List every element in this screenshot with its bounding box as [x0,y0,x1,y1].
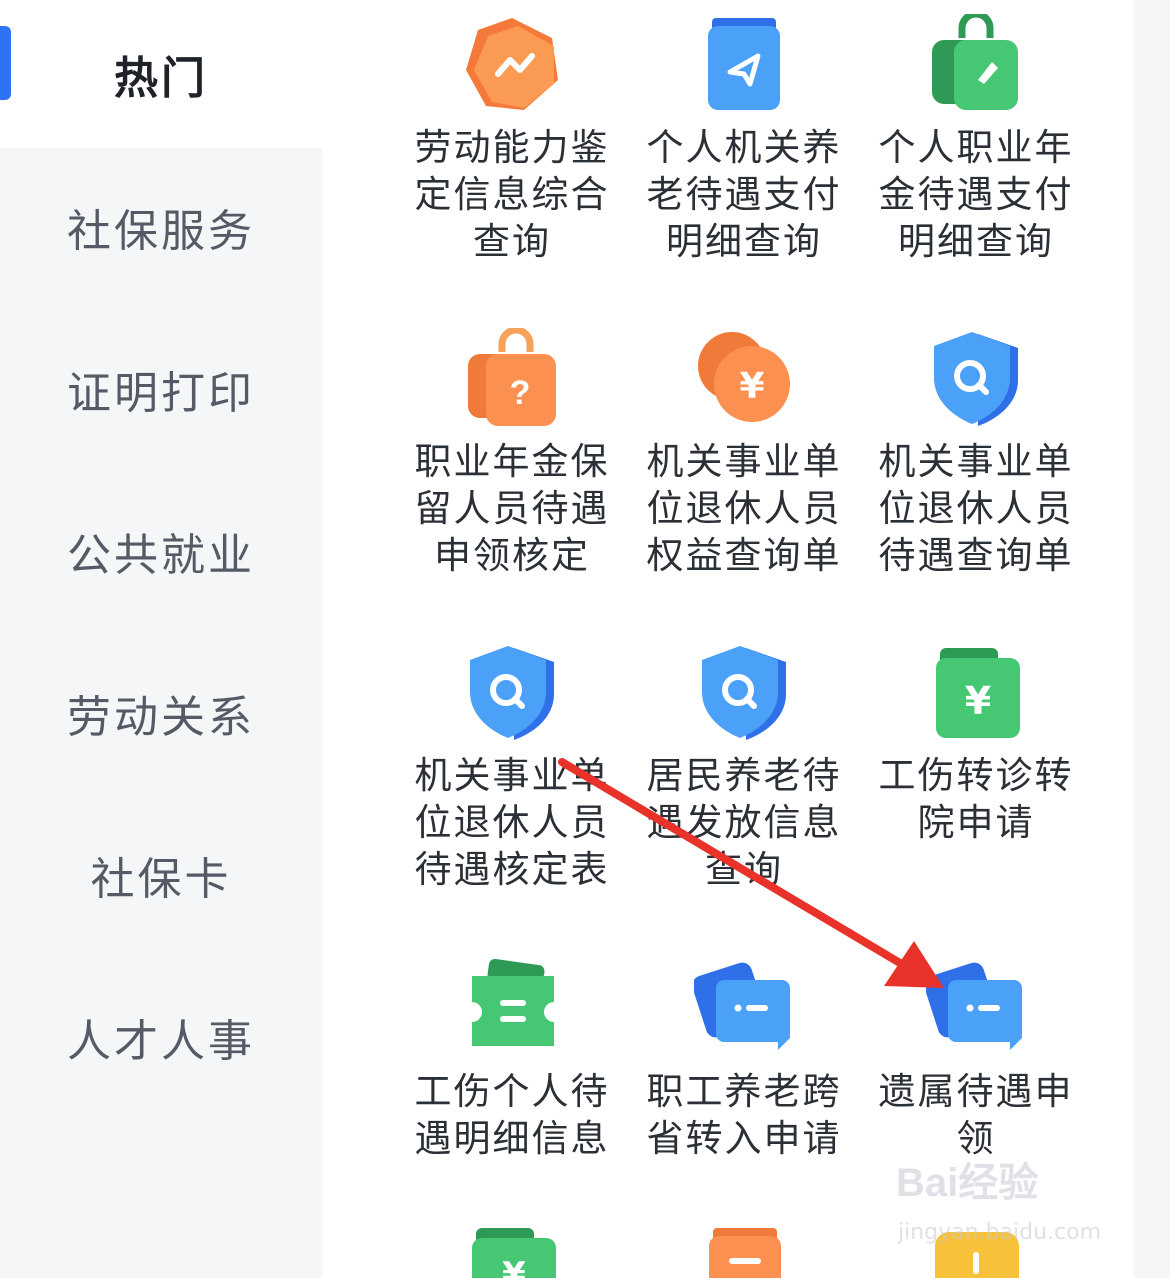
watermark-logo: Bai经验 [896,1161,1039,1205]
watermark-url: jingyan.baidu.com [898,1220,1102,1245]
annotation-arrow [558,758,944,988]
baidu-jingyan-watermark: Bai经验 jingyan.baidu.com [896,1150,1126,1260]
